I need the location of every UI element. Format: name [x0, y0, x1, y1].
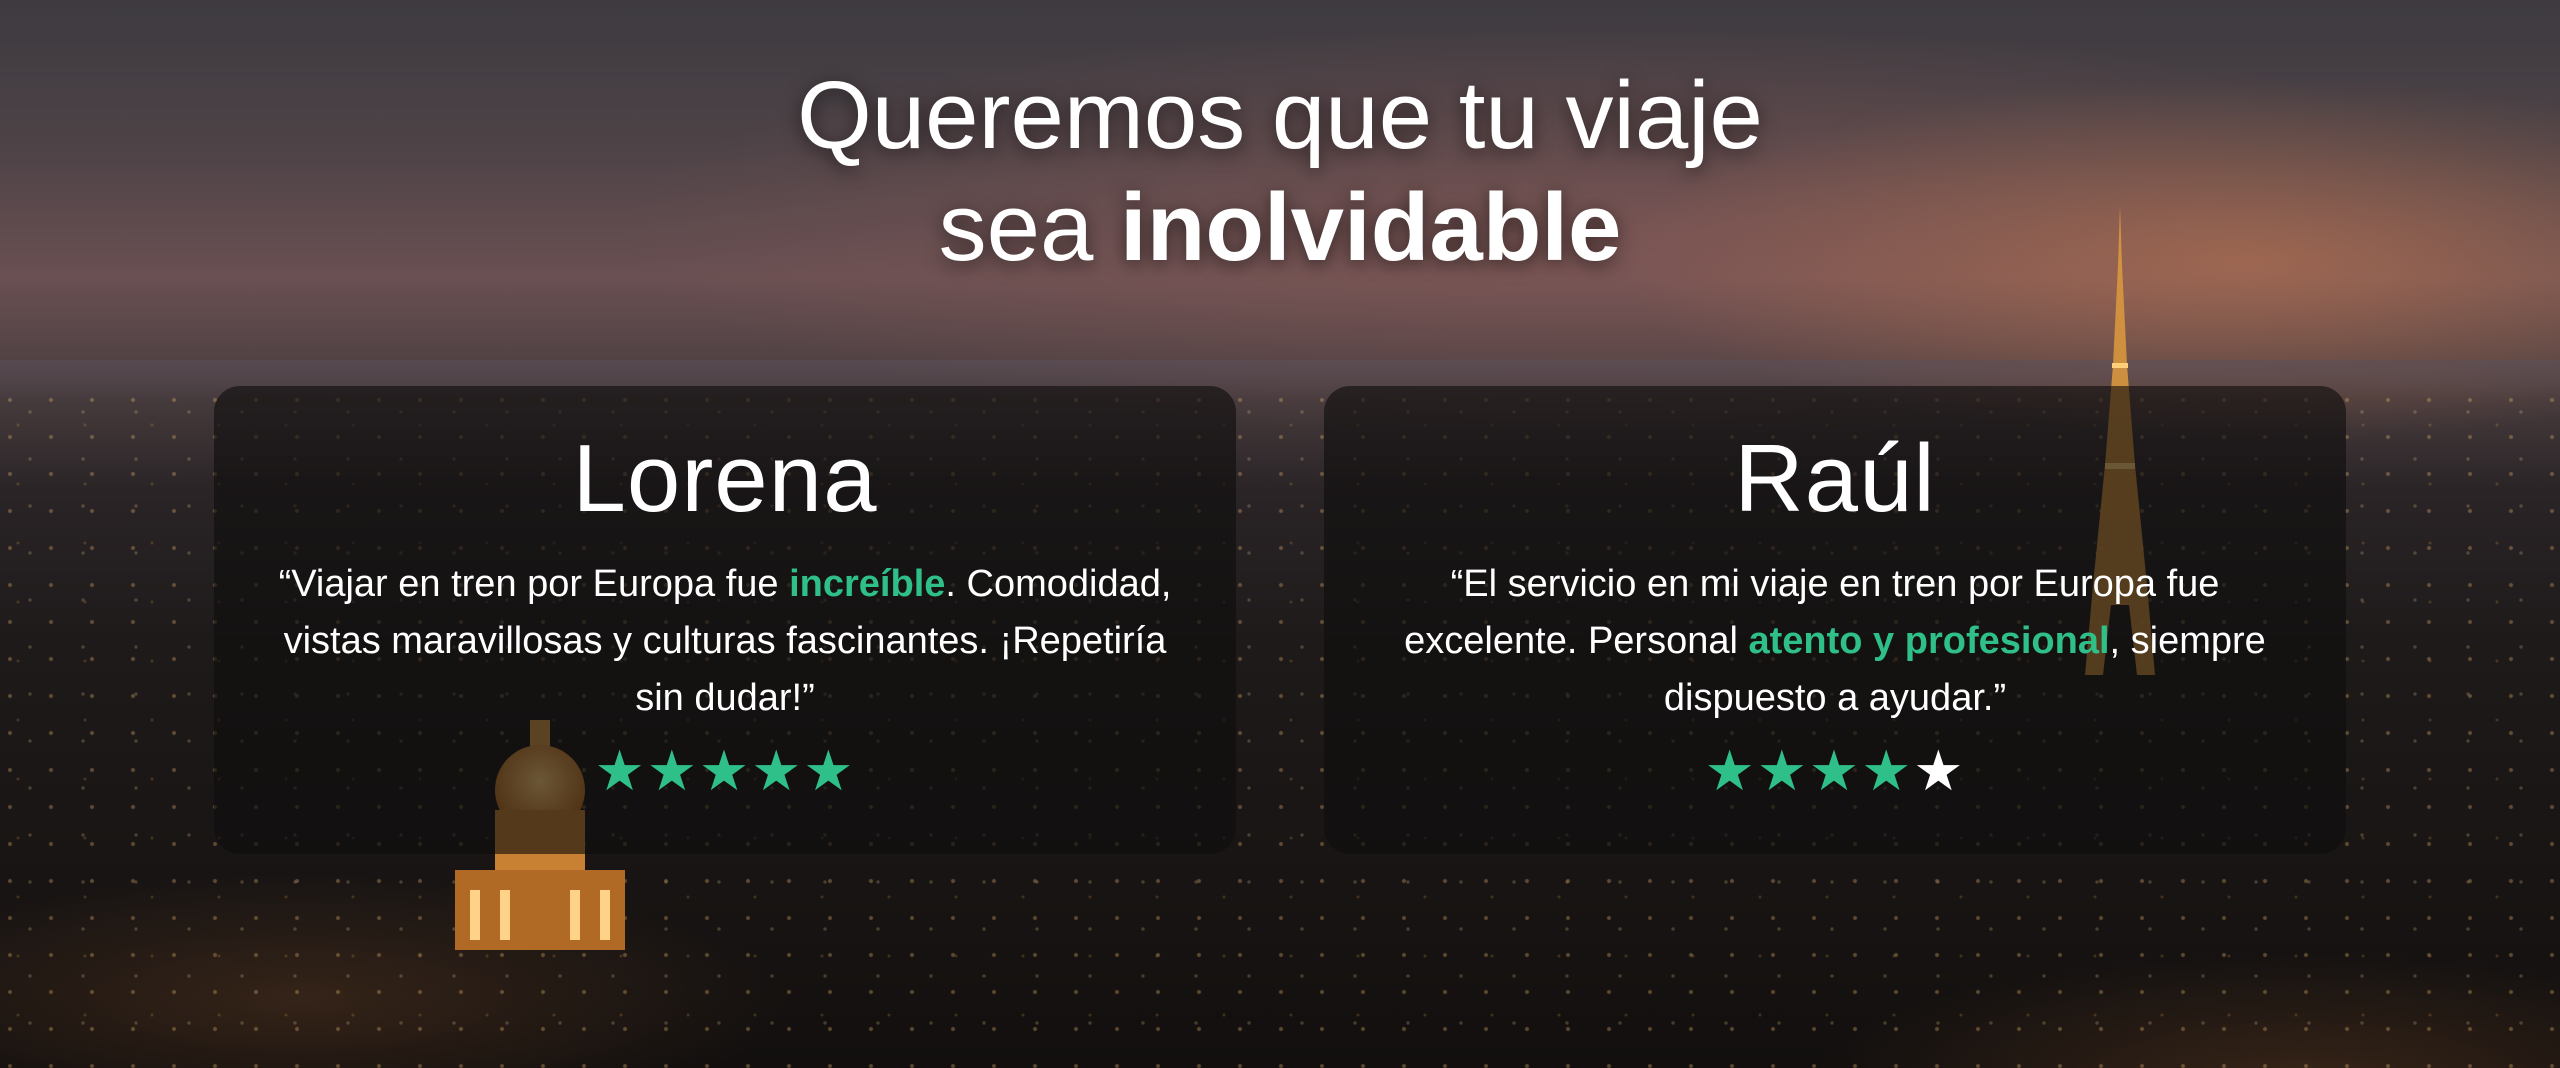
star-filled-icon: ★ [1861, 739, 1914, 804]
star-rating: ★★★★★ [1324, 737, 2346, 807]
testimonial-name: Raúl [1734, 425, 1936, 532]
star-filled-icon: ★ [803, 739, 856, 804]
testimonial-quote: “Viajar en tren por Europa fue increíble… [275, 556, 1175, 727]
star-filled-icon: ★ [594, 739, 647, 804]
star-filled-icon: ★ [1756, 739, 1809, 804]
testimonial-quote: “El servicio en mi viaje en tren por Eur… [1385, 556, 2285, 727]
headline-line-2-prefix: sea [938, 174, 1121, 281]
quote-highlight: atento y profesional [1748, 620, 2110, 662]
star-filled-icon: ★ [646, 739, 699, 804]
testimonial-name: Lorena [572, 425, 878, 532]
headline-line-2: sea inolvidable [0, 172, 2560, 284]
star-filled-icon: ★ [698, 739, 752, 804]
quote-highlight: increíble [789, 563, 946, 605]
headline: Queremos que tu viaje sea inolvidable [0, 60, 2560, 284]
star-filled-icon: ★ [1704, 739, 1757, 804]
star-filled-icon: ★ [751, 739, 804, 804]
headline-line-1: Queremos que tu viaje [797, 62, 1763, 169]
star-empty-icon: ★ [1913, 739, 1966, 804]
quote-text: “Viajar en tren por Europa fue [278, 563, 790, 605]
testimonial-card-lorena: Lorena “Viajar en tren por Europa fue in… [214, 386, 1236, 854]
star-rating: ★★★★★ [214, 737, 1236, 807]
star-filled-icon: ★ [1808, 739, 1862, 804]
testimonial-card-raul: Raúl “El servicio en mi viaje en tren po… [1324, 386, 2346, 854]
headline-emphasis: inolvidable [1120, 174, 1622, 281]
